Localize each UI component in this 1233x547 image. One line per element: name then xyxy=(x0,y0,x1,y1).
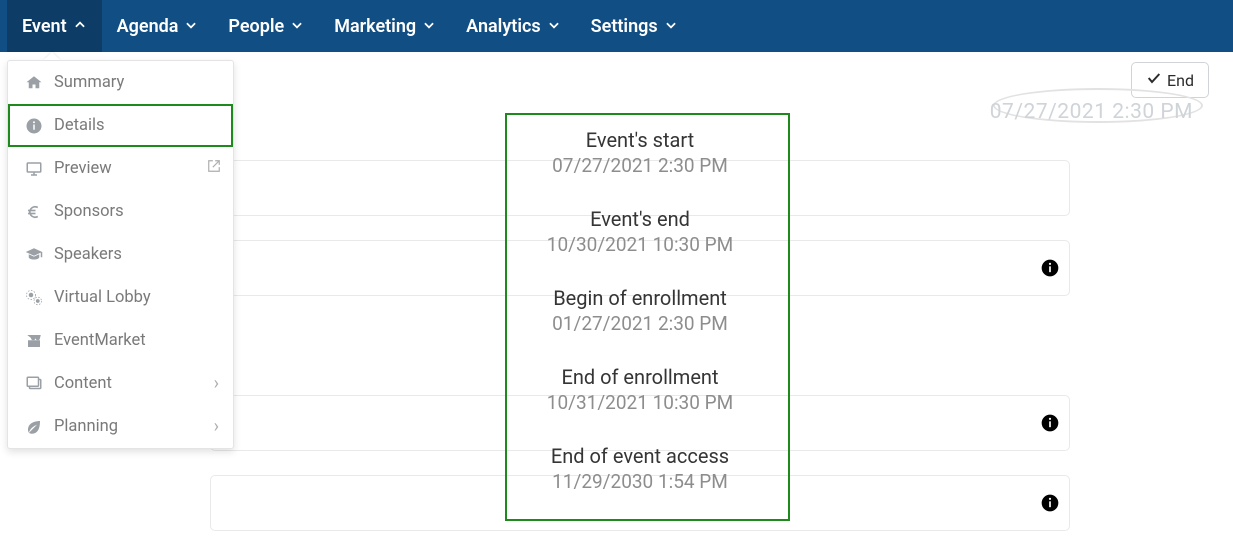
store-icon xyxy=(22,332,46,350)
dd-eventmarket-label: EventMarket xyxy=(54,331,146,350)
info-circle-icon xyxy=(22,117,46,135)
nav-people[interactable]: People xyxy=(213,0,319,52)
nav-settings[interactable]: Settings xyxy=(576,0,693,52)
chevron-right-icon: › xyxy=(214,373,219,394)
gears-icon xyxy=(22,289,46,307)
dd-planning[interactable]: Planning › xyxy=(8,405,233,448)
row-value: 10/31/2021 10:30 PM xyxy=(547,391,733,414)
euro-icon xyxy=(22,203,46,221)
home-icon xyxy=(22,74,46,92)
row-label: End of enrollment xyxy=(561,365,718,389)
dd-virtual-lobby-label: Virtual Lobby xyxy=(54,288,151,307)
images-icon xyxy=(22,375,46,393)
monitor-icon xyxy=(22,160,46,178)
dd-sponsors[interactable]: Sponsors xyxy=(8,190,233,233)
dd-details-label: Details xyxy=(54,116,105,135)
dd-planning-label: Planning xyxy=(54,417,118,436)
nav-marketing-label: Marketing xyxy=(334,16,416,37)
dd-sponsors-label: Sponsors xyxy=(54,202,124,221)
nav-analytics[interactable]: Analytics xyxy=(451,0,576,52)
dd-speakers[interactable]: Speakers xyxy=(8,233,233,276)
dropdown-arrow xyxy=(44,52,60,60)
date-row-access-end: End of event access 11/29/2030 1:54 PM xyxy=(210,429,1070,508)
dd-preview-label: Preview xyxy=(54,159,112,178)
nav-settings-label: Settings xyxy=(591,16,658,37)
row-label: Begin of enrollment xyxy=(553,286,727,310)
row-value: 07/27/2021 2:30 PM xyxy=(552,154,728,177)
dd-virtual-lobby[interactable]: Virtual Lobby xyxy=(8,276,233,319)
nav-agenda[interactable]: Agenda xyxy=(102,0,214,52)
date-row-enroll-begin: Begin of enrollment 01/27/2021 2:30 PM xyxy=(210,271,1070,350)
nav-agenda-label: Agenda xyxy=(117,16,179,37)
dd-summary[interactable]: Summary xyxy=(8,61,233,104)
grad-cap-icon xyxy=(22,246,46,264)
chevron-right-icon: › xyxy=(214,416,219,437)
chevron-down-icon xyxy=(547,16,561,37)
nav-event[interactable]: Event xyxy=(7,0,102,52)
dd-summary-label: Summary xyxy=(54,73,124,92)
row-value: 01/27/2021 2:30 PM xyxy=(552,312,728,335)
dd-details[interactable]: Details xyxy=(8,104,233,147)
check-icon xyxy=(1146,70,1162,90)
row-label: End of event access xyxy=(551,444,729,468)
row-value: 10/30/2021 10:30 PM xyxy=(547,233,733,256)
date-row-enroll-end: End of enrollment 10/31/2021 10:30 PM xyxy=(210,350,1070,429)
nav-people-label: People xyxy=(228,16,284,37)
chevron-down-icon xyxy=(422,16,436,37)
chevron-up-icon xyxy=(73,16,87,37)
row-label: Event's end xyxy=(590,207,690,231)
dd-content[interactable]: Content › xyxy=(8,362,233,405)
date-row-end: Event's end 10/30/2021 10:30 PM xyxy=(210,192,1070,271)
dd-speakers-label: Speakers xyxy=(54,245,122,264)
dd-preview[interactable]: Preview xyxy=(8,147,233,190)
event-dropdown: Summary Details Preview Sponsors Speaker… xyxy=(7,60,234,449)
event-dates-list: Event's start 07/27/2021 2:30 PM Event's… xyxy=(210,113,1070,508)
end-button-label: End xyxy=(1167,71,1194,90)
chevron-down-icon xyxy=(184,16,198,37)
row-value: 11/29/2030 1:54 PM xyxy=(552,470,728,493)
dd-eventmarket[interactable]: EventMarket xyxy=(8,319,233,362)
dd-content-label: Content xyxy=(54,374,112,393)
nav-marketing[interactable]: Marketing xyxy=(319,0,451,52)
chevron-down-icon xyxy=(664,16,678,37)
chevron-down-icon xyxy=(290,16,304,37)
row-label: Event's start xyxy=(586,128,694,152)
nav-analytics-label: Analytics xyxy=(466,16,541,37)
date-row-start: Event's start 07/27/2021 2:30 PM xyxy=(210,113,1070,192)
external-link-icon xyxy=(207,159,221,178)
nav-event-label: Event xyxy=(22,16,67,37)
leaf-icon xyxy=(22,418,46,436)
top-navbar: Event Agenda People Marketing Analytics … xyxy=(0,0,1233,52)
